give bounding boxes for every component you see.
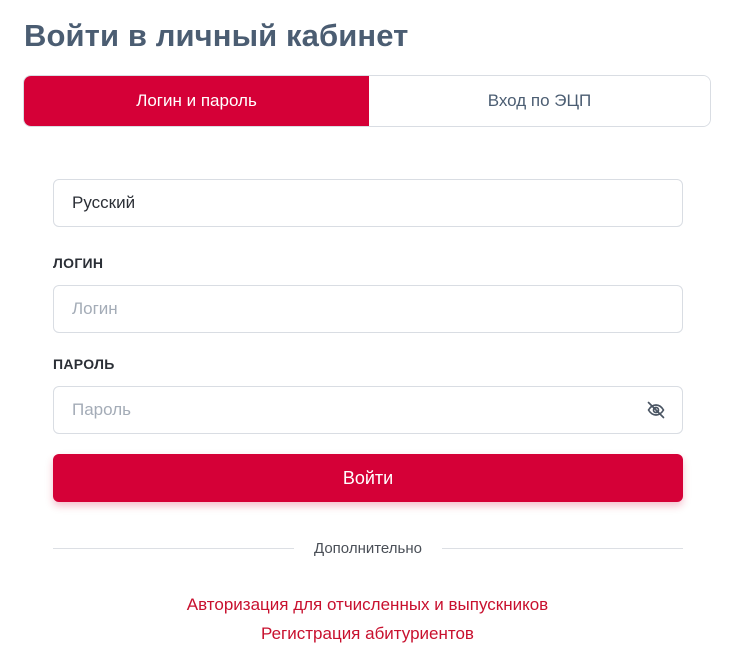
login-field-wrapper	[53, 285, 683, 333]
graduates-auth-link[interactable]: Авторизация для отчисленных и выпускнико…	[0, 595, 735, 615]
divider-line-right	[441, 547, 683, 549]
eye-off-icon[interactable]	[646, 400, 666, 420]
password-field-wrapper	[53, 386, 683, 434]
divider-line-left	[53, 547, 295, 549]
section-divider: Дополнительно	[53, 538, 683, 558]
language-select-value: Русский	[72, 193, 136, 212]
applicants-registration-link[interactable]: Регистрация абитуриентов	[0, 624, 735, 644]
language-select[interactable]: Русский	[53, 179, 683, 227]
login-input[interactable]	[54, 286, 682, 332]
login-submit-button[interactable]: Войти	[53, 454, 683, 502]
divider-text: Дополнительно	[314, 539, 422, 557]
login-label: ЛОГИН	[53, 255, 104, 271]
page-title: Войти в личный кабинет	[24, 18, 409, 53]
password-input[interactable]	[54, 387, 682, 433]
tab-digital-signature[interactable]: Вход по ЭЦП	[369, 76, 710, 126]
password-label: ПАРОЛЬ	[53, 356, 115, 372]
tab-login-password[interactable]: Логин и пароль	[24, 76, 369, 126]
auth-method-tabs: Логин и пароль Вход по ЭЦП	[23, 75, 711, 127]
